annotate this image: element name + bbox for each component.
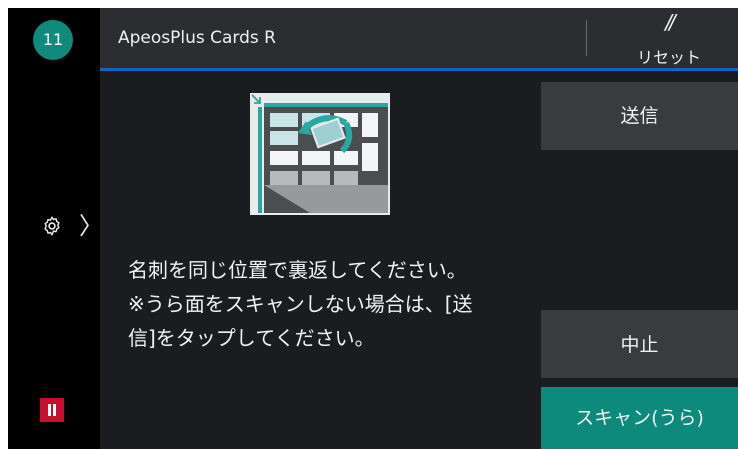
send-button[interactable]: 送信 (541, 82, 738, 150)
device-screen: 11 〉 ApeosPlus Cards R // リセット 名刺を同じ位置で裏… (8, 8, 738, 449)
pause-button[interactable] (40, 398, 64, 422)
reset-label: リセット (636, 48, 701, 67)
instruction-message: 名刺を同じ位置で裏返してください。 ※うら面をスキャンしない場合は、[送 信]を… (128, 253, 538, 355)
gear-icon (44, 216, 60, 236)
flip-card-illustration (250, 93, 390, 215)
header-bar: ApeosPlus Cards R // リセット (100, 8, 738, 68)
scan-back-button[interactable]: スキャン(うら) (541, 387, 738, 449)
app-title: ApeosPlus Cards R (118, 28, 276, 48)
left-rail: 11 〉 (8, 8, 103, 449)
settings-button[interactable]: 〉 (41, 211, 103, 243)
header-accent-line (100, 68, 738, 71)
job-count-badge[interactable]: 11 (33, 20, 73, 60)
message-line: ※うら面をスキャンしない場合は、[送 (128, 292, 473, 316)
pause-icon (48, 404, 51, 416)
reset-button[interactable]: // リセット (600, 8, 738, 68)
header-divider (586, 20, 587, 56)
chevron-right-icon: 〉 (79, 212, 103, 240)
stop-button[interactable]: 中止 (541, 310, 738, 378)
message-line: 信]をタップしてください。 (128, 326, 375, 350)
reset-icon: // (665, 10, 675, 34)
message-line: 名刺を同じ位置で裏返してください。 (128, 258, 467, 282)
